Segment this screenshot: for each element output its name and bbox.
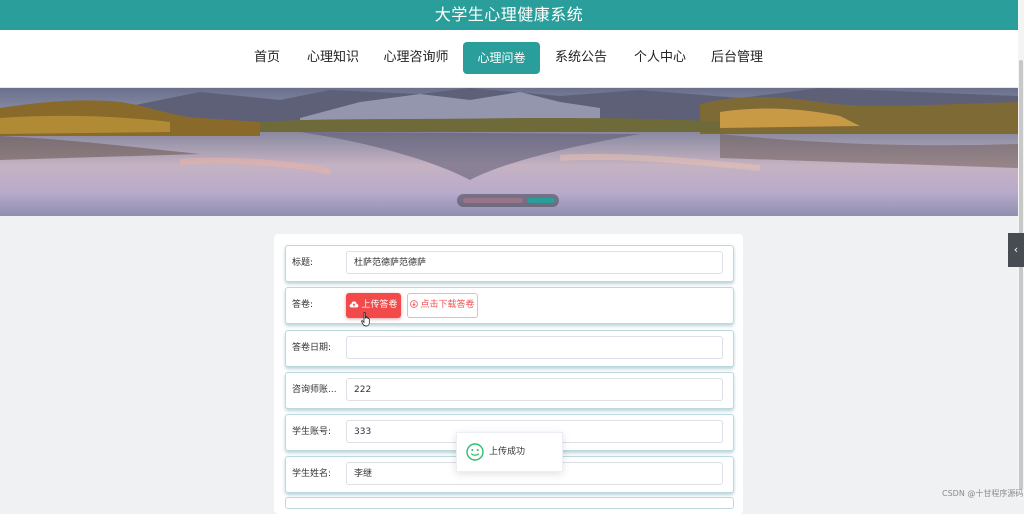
answer-label: 答卷:: [292, 300, 314, 310]
scrollbar-thumb[interactable]: [1019, 60, 1023, 490]
carousel-indicator: [457, 194, 559, 207]
download-circle-icon: [410, 300, 419, 308]
student-name-label: 学生姓名:: [292, 469, 332, 479]
smile-icon: [466, 443, 484, 461]
form-row-date: 答卷日期:: [285, 330, 734, 367]
app-title: 大学生心理健康系统: [434, 5, 584, 24]
upload-answer-button[interactable]: 上传答卷: [346, 293, 401, 318]
nav-item-questionnaire[interactable]: 心理问卷: [463, 42, 540, 74]
download-answer-button[interactable]: 点击下载答卷: [407, 293, 478, 318]
mouse-pointer-icon: [361, 312, 371, 331]
cloud-upload-icon: [350, 301, 359, 308]
nav-item-admin[interactable]: 后台管理: [709, 42, 765, 74]
title-field[interactable]: 杜萨范德萨范德萨: [346, 251, 723, 274]
date-label: 答卷日期:: [292, 343, 332, 353]
carousel-dot-1[interactable]: [463, 198, 523, 203]
student-account-label: 学生账号:: [292, 427, 332, 437]
form-row-counselor: 咨询师账... 222: [285, 372, 734, 409]
chevron-left-icon: ‹: [1013, 243, 1019, 256]
nav-item-profile[interactable]: 个人中心: [632, 42, 688, 74]
upload-success-toast: 上传成功: [456, 432, 563, 472]
form-row-answer: 答卷: 上传答卷 点击下载答卷: [285, 287, 734, 324]
watermark: CSDN @十甘程序源码: [942, 489, 1024, 498]
carousel-dot-2-active[interactable]: [527, 198, 555, 203]
counselor-account-label: 咨询师账...: [292, 385, 337, 395]
nav-item-counselors[interactable]: 心理咨询师: [382, 42, 450, 74]
nav-item-knowledge[interactable]: 心理知识: [305, 42, 361, 74]
upload-answer-label: 上传答卷: [361, 300, 398, 310]
counselor-account-field[interactable]: 222: [346, 378, 723, 401]
app-header: 大学生心理健康系统: [0, 0, 1018, 30]
side-panel-toggle[interactable]: ‹: [1008, 233, 1024, 267]
nav-item-announcements[interactable]: 系统公告: [553, 42, 609, 74]
nav-item-home[interactable]: 首页: [248, 42, 286, 74]
toast-message: 上传成功: [489, 447, 526, 457]
download-answer-label: 点击下载答卷: [420, 300, 475, 310]
main-nav: 首页 心理知识 心理咨询师 心理问卷 系统公告 个人中心 后台管理: [0, 30, 1018, 88]
form-row-next: [285, 497, 734, 509]
hand-cursor-icon: [361, 312, 370, 327]
title-label: 标题:: [292, 258, 314, 268]
date-field[interactable]: [346, 336, 723, 359]
form-row-title: 标题: 杜萨范德萨范德萨: [285, 245, 734, 282]
